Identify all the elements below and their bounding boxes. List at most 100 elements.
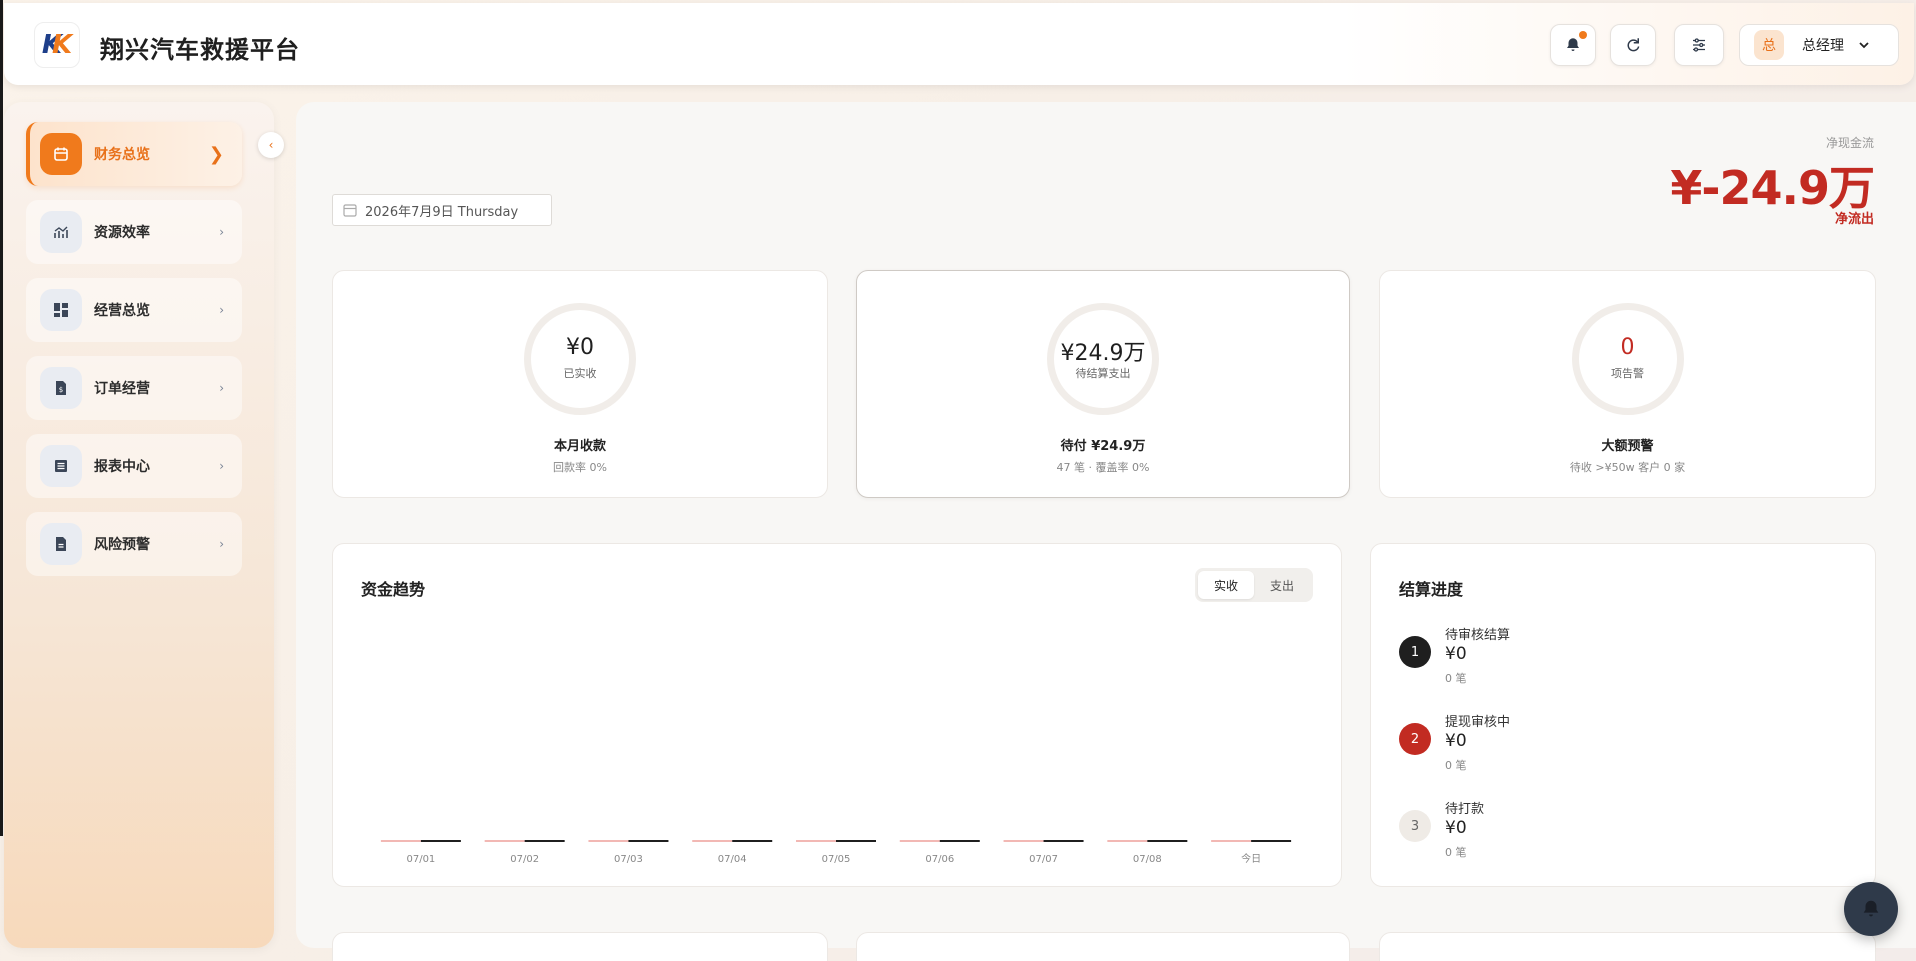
x-tick-label: 07/06 — [925, 854, 954, 865]
step-amount: ¥0 — [1445, 731, 1467, 751]
chart-bar — [796, 840, 836, 842]
notifications-button[interactable] — [1550, 24, 1596, 66]
sliders-icon — [1693, 38, 1705, 52]
chart-bar — [1211, 840, 1252, 842]
step-number: 2 — [1399, 723, 1431, 755]
refresh-button[interactable] — [1610, 24, 1656, 66]
kpi-title: 大额预警 — [1601, 439, 1654, 454]
step-number: 1 — [1399, 636, 1431, 668]
sidebar-item-report-center[interactable]: 报表中心 › — [26, 434, 242, 498]
notification-dot — [1579, 31, 1587, 39]
step-count: 0 笔 — [1445, 846, 1467, 859]
kpi-value: ¥24.9万 — [1060, 341, 1146, 366]
chevron-right-icon: › — [219, 381, 224, 395]
step-label: 待打款 — [1445, 802, 1485, 817]
kpi-description: 回款率 0% — [553, 461, 607, 474]
kpi-description: 47 笔 · 覆盖率 0% — [1056, 461, 1150, 474]
sidebar-item-risk-alert[interactable]: 风险预警 › — [26, 512, 242, 576]
chevron-right-icon: › — [219, 459, 224, 473]
chart-bar — [732, 840, 773, 842]
kpi-sub-label: 已实收 — [563, 367, 597, 380]
x-tick-label: 07/01 — [406, 854, 435, 865]
sidebar-item-label: 经营总览 — [94, 303, 150, 319]
kpi-title: 本月收款 — [553, 439, 606, 454]
step-count: 0 笔 — [1445, 759, 1467, 772]
chart-bar — [1147, 840, 1188, 842]
sidebar-item-label: 订单经营 — [94, 381, 150, 397]
sidebar-collapse-button[interactable]: ‹ — [258, 132, 284, 158]
net-cash-label: 净现金流 — [1825, 136, 1874, 150]
progress-step[interactable]: 2 提现审核中 ¥0 0 笔 — [1399, 711, 1799, 775]
kpi-card-monthly-receipts[interactable]: ¥0 已实收 本月收款 回款率 0% — [332, 270, 828, 498]
chevron-right-icon: › — [219, 537, 224, 551]
x-tick-label: 07/07 — [1029, 854, 1058, 865]
sidebar-item-order-operations[interactable]: $ 订单经营 › — [26, 356, 242, 420]
chart-bar — [628, 840, 669, 842]
chevron-left-icon: ‹ — [268, 138, 274, 152]
net-cash-status: 净流出 — [1834, 212, 1874, 227]
step-label: 提现审核中 — [1445, 715, 1511, 730]
chart-bar — [588, 840, 629, 842]
step-amount: ¥0 — [1445, 644, 1467, 664]
step-amount: ¥0 — [1445, 818, 1467, 838]
fund-trend-card: 资金趋势 实收 支出 07/01 07/02 07/03 07/04 07/05 07/0… — [332, 543, 1342, 887]
calendar-icon — [40, 133, 82, 175]
kpi-value: 0 — [1620, 335, 1635, 360]
invoice-icon: $ — [40, 367, 82, 409]
sidebar-item-resource-efficiency[interactable]: 资源效率 › — [26, 200, 242, 264]
chart-bar — [1003, 840, 1044, 842]
window-edge — [0, 0, 3, 836]
chevron-down-icon — [1859, 42, 1869, 49]
chart-bar — [484, 840, 525, 842]
kpi-title: 待付 ¥24.9万 — [1060, 439, 1146, 454]
kpi-sub-label: 项告警 — [1611, 367, 1644, 380]
top-header: KK 翔兴汽车救援平台 总 总经理 — [4, 3, 1914, 85]
bell-icon — [1567, 38, 1579, 51]
x-tick-label: 07/05 — [822, 854, 851, 865]
chart-bar — [1107, 840, 1148, 842]
chart-bar — [1251, 840, 1292, 842]
svg-text:$: $ — [59, 386, 63, 394]
kpi-card-payables[interactable]: ¥24.9万 待结算支出 待付 ¥24.9万 47 笔 · 覆盖率 0% — [856, 270, 1350, 498]
progress-step[interactable]: 1 待审核结算 ¥0 0 笔 — [1399, 624, 1799, 688]
date-value: 2026年7月9日 Thursday — [365, 204, 519, 220]
sidebar-item-label: 财务总览 — [94, 147, 150, 163]
x-tick-label: 今日 — [1241, 852, 1261, 865]
chart-bar — [836, 840, 876, 842]
settlement-progress-card: 结算进度 1 待审核结算 ¥0 0 笔 2 提现审核中 ¥0 0 笔 3 待打款… — [1370, 543, 1876, 887]
avatar: 总 — [1754, 30, 1784, 60]
chart-bar — [380, 840, 421, 842]
chart-bar — [420, 840, 461, 842]
app-title: 翔兴汽车救援平台 — [100, 36, 300, 64]
sidebar-item-label: 资源效率 — [94, 225, 150, 241]
kpi-sub-label: 待结算支出 — [1075, 367, 1131, 380]
floating-notification-button[interactable] — [1844, 882, 1898, 936]
chart-bar — [524, 840, 565, 842]
bottom-card — [856, 932, 1350, 961]
x-tick-label: 07/03 — [614, 854, 643, 865]
date-picker[interactable]: 2026年7月9日 Thursday — [332, 194, 552, 226]
user-menu[interactable]: 总 总经理 — [1739, 24, 1899, 66]
list-doc-icon — [40, 445, 82, 487]
sidebar-item-finance-overview[interactable]: 财务总览 ❯ — [26, 122, 242, 186]
dashboard-icon — [40, 289, 82, 331]
sidebar: 财务总览 ❯ 资源效率 › 经营总览 › $ 订单经营 › 报表中心 › 风险预… — [4, 102, 274, 948]
chevron-right-icon: ❯ — [208, 143, 224, 165]
progress-step[interactable]: 3 待打款 ¥0 0 笔 — [1399, 798, 1799, 862]
bottom-card — [332, 932, 828, 961]
sidebar-item-label: 风险预警 — [94, 537, 150, 553]
chart-bar — [939, 840, 980, 842]
user-name: 总经理 — [1802, 38, 1844, 54]
kpi-description: 待收 >¥50w 客户 0 家 — [1569, 461, 1686, 474]
calendar-icon — [343, 204, 357, 217]
x-tick-label: 07/02 — [510, 854, 539, 865]
sidebar-item-business-overview[interactable]: 经营总览 › — [26, 278, 242, 342]
kpi-card-large-alert[interactable]: 0 项告警 大额预警 待收 >¥50w 客户 0 家 — [1379, 270, 1876, 498]
settings-button[interactable] — [1674, 24, 1724, 66]
step-count: 0 笔 — [1445, 672, 1467, 685]
main-content: 2026年7月9日 Thursday 净现金流 ¥-24.9万 净流出 ¥0 已… — [296, 102, 1916, 961]
chart-trend-icon — [40, 211, 82, 253]
app-logo[interactable]: KK — [34, 22, 80, 68]
x-tick-label: 07/08 — [1133, 854, 1162, 865]
chart-bar — [899, 840, 940, 842]
